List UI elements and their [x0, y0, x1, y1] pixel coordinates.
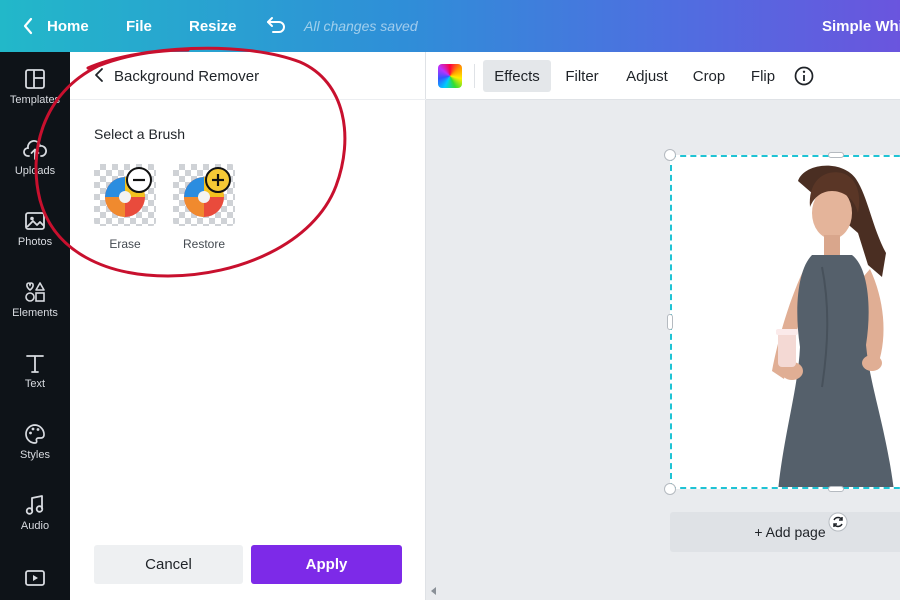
apply-button[interactable]: Apply	[251, 545, 402, 584]
shapes-icon	[25, 282, 45, 302]
panel-header: Background Remover	[70, 52, 426, 100]
scroll-left-arrow-icon[interactable]	[430, 586, 438, 596]
rail-label: Text	[24, 378, 46, 390]
resize-handle-bottom-left[interactable]	[664, 483, 676, 495]
templates-icon	[25, 69, 45, 89]
rail-label: Uploads	[14, 165, 56, 177]
rail-item-uploads[interactable]: Uploads	[0, 139, 70, 201]
tool-adjust[interactable]: Adjust	[618, 60, 676, 92]
document-title[interactable]: Simple Whit	[822, 0, 900, 52]
canvas-area: + Add page	[426, 100, 900, 600]
rail-label: Audio	[20, 520, 50, 532]
resize-handle-bottom[interactable]	[828, 486, 844, 492]
file-menu[interactable]: File	[126, 0, 152, 52]
minus-icon	[126, 167, 152, 193]
select-brush-heading: Select a Brush	[94, 126, 186, 142]
rail-label: Elements	[12, 307, 58, 319]
restore-brush-button[interactable]	[173, 164, 235, 226]
design-page[interactable]	[670, 155, 900, 489]
music-note-icon	[25, 495, 44, 515]
rail-label: Photos	[17, 236, 53, 248]
woman-photo[interactable]	[672, 157, 900, 489]
info-icon[interactable]	[794, 66, 814, 86]
rail-label: Styles	[20, 449, 50, 461]
save-status: All changes saved	[304, 18, 418, 34]
rail-item-audio[interactable]: Audio	[0, 494, 70, 556]
add-page-button[interactable]: + Add page	[670, 512, 900, 552]
panel-title: Background Remover	[114, 67, 260, 85]
rail-label: Templates	[9, 94, 61, 106]
rail-item-photos[interactable]: Photos	[0, 210, 70, 272]
rail-item-text[interactable]: Text	[0, 352, 70, 414]
rail-item-elements[interactable]: Elements	[0, 281, 70, 343]
back-chevron-icon[interactable]	[18, 14, 38, 38]
resize-handle-top[interactable]	[828, 152, 844, 158]
undo-icon[interactable]	[264, 14, 288, 38]
tool-flip[interactable]: Flip	[744, 60, 782, 92]
plus-icon	[205, 167, 231, 193]
tool-crop[interactable]: Crop	[686, 60, 732, 92]
palette-icon	[25, 424, 45, 444]
text-icon	[26, 355, 44, 373]
home-menu[interactable]: Home	[47, 0, 89, 52]
resize-menu[interactable]: Resize	[189, 0, 237, 52]
resize-handle-left[interactable]	[667, 314, 673, 330]
photo-icon	[25, 212, 45, 230]
left-rail: Templates Uploads Photos Elements Text S…	[0, 52, 70, 600]
restore-brush-label: Restore	[182, 237, 226, 251]
background-remover-panel: Background Remover Select a Brush Erase	[70, 52, 426, 600]
tool-effects[interactable]: Effects	[483, 60, 551, 92]
top-bar: Home File Resize All changes saved Simpl…	[0, 0, 900, 52]
tool-filter[interactable]: Filter	[556, 60, 608, 92]
erase-brush-label: Erase	[109, 237, 141, 251]
image-toolbar: Effects Filter Adjust Crop Flip	[426, 52, 900, 100]
rail-item-video[interactable]	[0, 567, 70, 597]
toolbar-divider	[474, 64, 475, 88]
resize-handle-top-left[interactable]	[664, 149, 676, 161]
rail-item-templates[interactable]: Templates	[0, 68, 70, 130]
panel-back-icon[interactable]	[94, 67, 104, 88]
cancel-button[interactable]: Cancel	[94, 545, 243, 584]
color-swatch-button[interactable]	[438, 64, 462, 88]
video-icon	[25, 570, 45, 586]
upload-cloud-icon	[23, 140, 47, 160]
rotate-icon[interactable]	[828, 512, 848, 532]
rail-item-styles[interactable]: Styles	[0, 423, 70, 485]
erase-brush-button[interactable]	[94, 164, 156, 226]
